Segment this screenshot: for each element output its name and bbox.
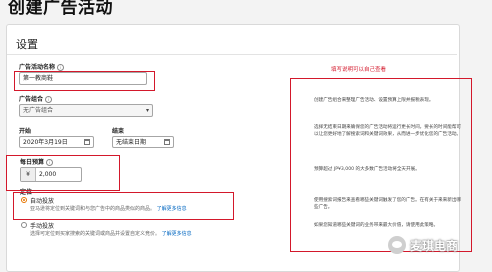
info-icon[interactable]: i [45, 96, 53, 103]
manual-targeting-title[interactable]: 手动投放 [30, 221, 54, 230]
divider [7, 54, 457, 55]
end-date-input[interactable]: 无结束日期 [112, 136, 174, 148]
watermark: 麦琪电商 [388, 236, 458, 254]
start-date-input[interactable]: 2020年3月19日 [19, 136, 94, 148]
wechat-logo-icon [388, 236, 406, 254]
page-title: 创建广告活动 [8, 0, 113, 18]
portfolio-label: 广告组合 i [19, 94, 53, 103]
tip-portfolio: 创建广告组合来整理广告活动、设置预算上限并报税表现。 [314, 98, 434, 103]
annotation-box-budget [6, 155, 120, 191]
learn-more-link[interactable]: 了解更多信息 [162, 231, 192, 237]
tip-auto: 使用搜索词报告来查看哪些关键词触发了您的广告。在有关于来来新出哪些广告。 [314, 198, 462, 210]
watermark-text: 麦琪电商 [410, 238, 459, 253]
portfolio-select[interactable]: 无广告组合 ▾ [19, 104, 153, 117]
campaign-name-label: 广告活动名称 i [19, 62, 65, 71]
info-icon[interactable]: i [57, 64, 65, 71]
manual-targeting-desc: 选择可定位到买家搜索的关键词或商品并设置自定义竞价。 了解更多信息 [30, 231, 192, 237]
calendar-icon [164, 139, 170, 145]
chevron-down-icon: ▾ [145, 107, 149, 114]
annotation-box-targeting [13, 192, 234, 220]
annotation-box-name [14, 71, 155, 91]
tip-manual: 如果您知道哪些关键词的业务带来最大价值，请使用此策略。 [314, 223, 439, 228]
start-label: 开始 [19, 128, 32, 135]
tip-end-date: 选择无结束日期来确保您的广告活动将运行更长时间，要长的时间能帮可以让您更好地了解… [314, 125, 462, 137]
calendar-icon [84, 139, 90, 145]
tip-budget: 预算超过 JP¥3,000 的大多数广告活动将全天开展。 [314, 167, 420, 172]
annotation-note: 填写说明可以自己查看 [331, 67, 387, 73]
manual-targeting-radio[interactable] [21, 222, 27, 228]
section-title: 设置 [16, 38, 38, 51]
end-label: 结束 [112, 128, 125, 135]
